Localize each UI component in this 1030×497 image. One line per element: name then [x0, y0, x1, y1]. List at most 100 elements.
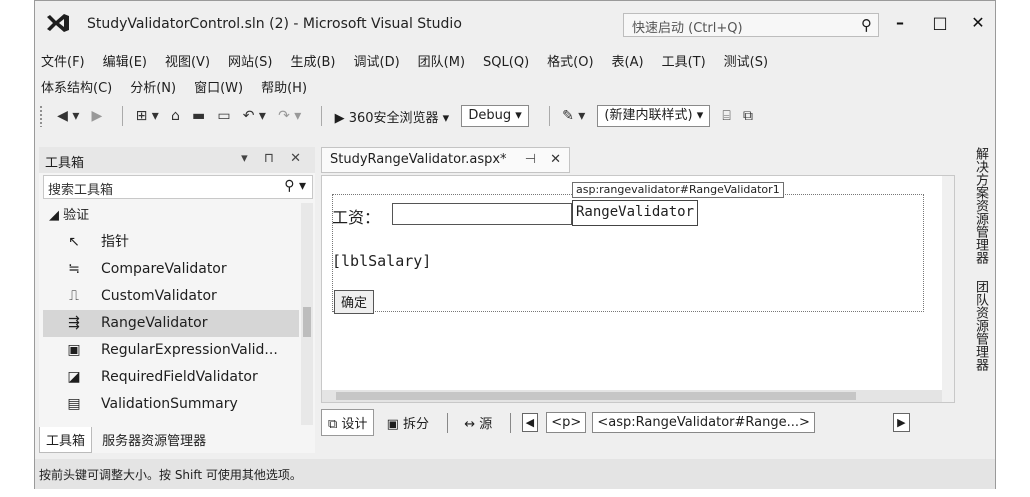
salary-textbox[interactable] — [392, 203, 572, 225]
style-application-icon[interactable]: ⧉ — [743, 108, 753, 124]
search-icon: ⚲ ▾ — [284, 178, 306, 194]
menu-item[interactable]: 文件(F) — [41, 47, 85, 74]
required-validator-icon: ◪ — [67, 369, 81, 385]
menu-item[interactable]: 网站(S) — [228, 47, 272, 74]
toolbox-item-label: ValidationSummary — [101, 396, 238, 412]
toolbox-item-label: RequiredFieldValidator — [101, 369, 258, 385]
range-validator-icon: ⇶ — [68, 315, 80, 331]
toolbox-search-placeholder: 搜索工具箱 — [48, 183, 114, 198]
breadcrumb-range-validator[interactable]: <asp:RangeValidator#Range...> — [592, 412, 815, 433]
maximize-button[interactable]: □ — [927, 11, 953, 35]
tab-solution-explorer[interactable]: 解决方案资源管理器 — [971, 147, 990, 264]
toolbox-item-label: CustomValidator — [101, 288, 217, 304]
ok-button[interactable]: 确定 — [334, 290, 375, 314]
open-file-icon[interactable]: ⌂ — [171, 108, 180, 124]
design-view-button[interactable]: ⧉ 设计 — [321, 409, 375, 436]
design-vertical-scrollbar[interactable] — [942, 176, 954, 402]
tab-server-explorer[interactable]: 服务器资源管理器 — [96, 427, 212, 452]
split-view-button[interactable]: ▣ 拆分 — [381, 410, 435, 435]
save-all-icon[interactable]: ▭ — [217, 108, 230, 124]
close-button[interactable]: ✕ — [965, 11, 991, 35]
tag-nav-left-icon[interactable]: ◀ — [521, 413, 539, 432]
menu-item[interactable]: 表(A) — [612, 47, 644, 74]
toolbox-window-controls[interactable]: ▾ ⊓ ✕ — [241, 151, 307, 166]
back-icon[interactable]: ◀ ▾ — [57, 108, 79, 124]
start-debugging-button[interactable]: ▶ 360安全浏览器 ▾ — [335, 107, 450, 126]
toolbox-item-label: CompareValidator — [101, 261, 227, 277]
solution-configuration-select[interactable]: Debug ▾ — [461, 105, 529, 127]
redo-icon[interactable]: ↷ ▾ — [278, 108, 301, 124]
toolbox-item[interactable]: ≒ CompareValidator — [43, 256, 299, 283]
target-rule-select[interactable]: (新建内联样式) ▾ — [597, 105, 711, 127]
forward-icon[interactable]: ▶ — [92, 108, 103, 124]
toolbox-scrollbar[interactable] — [301, 203, 313, 425]
toolbox-item[interactable]: ↖ 指针 — [43, 229, 299, 256]
status-text: 按前头键可调整大小。按 Shift 可使用其他选项。 — [39, 468, 302, 482]
toolbox-group-validation[interactable]: ◢ 验证 — [43, 203, 299, 229]
toolbar-separator — [321, 106, 323, 126]
document-tab-label: StudyRangeValidator.aspx* — [330, 152, 507, 167]
toolbox-title: 工具箱 — [45, 156, 85, 171]
close-tab-icon[interactable]: ✕ — [550, 152, 561, 167]
view-separator — [447, 412, 449, 433]
source-view-button[interactable]: ↔ 源 — [458, 410, 498, 435]
visual-studio-logo-icon — [47, 14, 69, 32]
apply-style-icon[interactable]: ⌸ — [722, 108, 730, 124]
range-validator-control[interactable]: RangeValidator — [572, 200, 699, 226]
toolbox-item[interactable]: ▤ ValidationSummary — [43, 391, 299, 418]
toolbox-search-input[interactable]: 搜索工具箱 ⚲ ▾ — [43, 175, 313, 199]
toolbox-header: 工具箱 ▾ ⊓ ✕ — [39, 147, 315, 173]
window-title: StudyValidatorControl.sln (2) - Microsof… — [87, 16, 462, 32]
tab-toolbox[interactable]: 工具箱 — [39, 427, 93, 453]
validation-summary-icon: ▤ — [67, 396, 81, 412]
toolbox-item[interactable]: ⇶ RangeValidator — [43, 310, 299, 337]
regex-validator-icon: ▣ — [67, 342, 81, 358]
toolbox-item[interactable]: ◪ RequiredFieldValidator — [43, 364, 299, 391]
design-hscroll-thumb[interactable] — [336, 392, 856, 400]
menu-item[interactable]: 帮助(H) — [261, 73, 307, 100]
design-surface[interactable]: 工资： asp:rangevalidator#RangeValidator1 R… — [321, 175, 955, 403]
menu-bar: 文件(F) 编辑(E) 视图(V) 网站(S) 生成(B) 调试(D) 团队(M) SQL(Q… — [41, 47, 941, 99]
menu-item[interactable]: 视图(V) — [165, 47, 210, 74]
toolbox-item[interactable]: ⎍ CustomValidator — [43, 283, 299, 310]
menu-item[interactable]: 体系结构(C) — [41, 73, 112, 100]
menu-item[interactable]: 测试(S) — [724, 47, 768, 74]
toolbox-item-label: 指针 — [101, 234, 129, 250]
menu-row-1: 文件(F) 编辑(E) 视图(V) 网站(S) 生成(B) 调试(D) 团队(M) SQL(Q… — [41, 47, 941, 73]
menu-item[interactable]: SQL(Q) — [483, 51, 529, 74]
compare-validator-icon: ≒ — [68, 261, 80, 277]
lbl-salary-label[interactable]: [lblSalary] — [332, 252, 431, 270]
design-horizontal-scrollbar[interactable] — [322, 390, 942, 402]
format-icon[interactable]: ✎ ▾ — [562, 108, 585, 124]
save-icon[interactable]: ▬ — [192, 108, 205, 124]
search-icon: ⚲ — [861, 16, 872, 34]
tag-nav-right-icon[interactable]: ▶ — [893, 413, 910, 432]
view-switch-bar: ⧉ 设计 ▣ 拆分 ↔ 源 ◀ <p> <asp:RangeValidator#… — [321, 409, 955, 441]
menu-item[interactable]: 调试(D) — [354, 47, 400, 74]
menu-item[interactable]: 分析(N) — [130, 73, 176, 100]
toolbox-bottom-tabs: 工具箱 服务器资源管理器 — [39, 427, 315, 453]
document-tab[interactable]: StudyRangeValidator.aspx* ⊣ ✕ — [321, 147, 571, 173]
range-validator-smart-tag: asp:rangevalidator#RangeValidator1 — [572, 182, 784, 198]
toolbar-separator — [548, 106, 550, 126]
menu-item[interactable]: 生成(B) — [290, 47, 335, 74]
toolbox-item-label: RegularExpressionValid... — [101, 342, 278, 358]
pointer-icon: ↖ — [68, 234, 80, 250]
new-project-icon[interactable]: ⊞ ▾ — [136, 108, 159, 124]
toolbox-panel: 工具箱 ▾ ⊓ ✕ 搜索工具箱 ⚲ ▾ ◢ 验证 ↖ 指针 ≒ CompareVali… — [39, 147, 315, 453]
menu-item[interactable]: 团队(M) — [418, 47, 465, 74]
quick-launch-input[interactable]: 快速启动 (Ctrl+Q) ⚲ — [623, 13, 879, 37]
menu-item[interactable]: 格式(O) — [547, 47, 593, 74]
minimize-button[interactable]: – — [887, 11, 913, 35]
toolbox-item-label: RangeValidator — [101, 315, 208, 331]
toolbox-item[interactable]: ▣ RegularExpressionValid... — [43, 337, 299, 364]
pin-icon[interactable]: ⊣ — [525, 152, 536, 167]
toolbar-grip[interactable] — [39, 105, 43, 127]
tab-team-explorer[interactable]: 团队资源管理器 — [971, 280, 990, 371]
menu-item[interactable]: 工具(T) — [662, 47, 706, 74]
breadcrumb-p[interactable]: <p> — [546, 412, 587, 433]
undo-icon[interactable]: ↶ ▾ — [243, 108, 266, 124]
toolbox-scroll-thumb[interactable] — [303, 307, 311, 337]
menu-item[interactable]: 窗口(W) — [194, 73, 243, 100]
menu-item[interactable]: 编辑(E) — [103, 47, 147, 74]
